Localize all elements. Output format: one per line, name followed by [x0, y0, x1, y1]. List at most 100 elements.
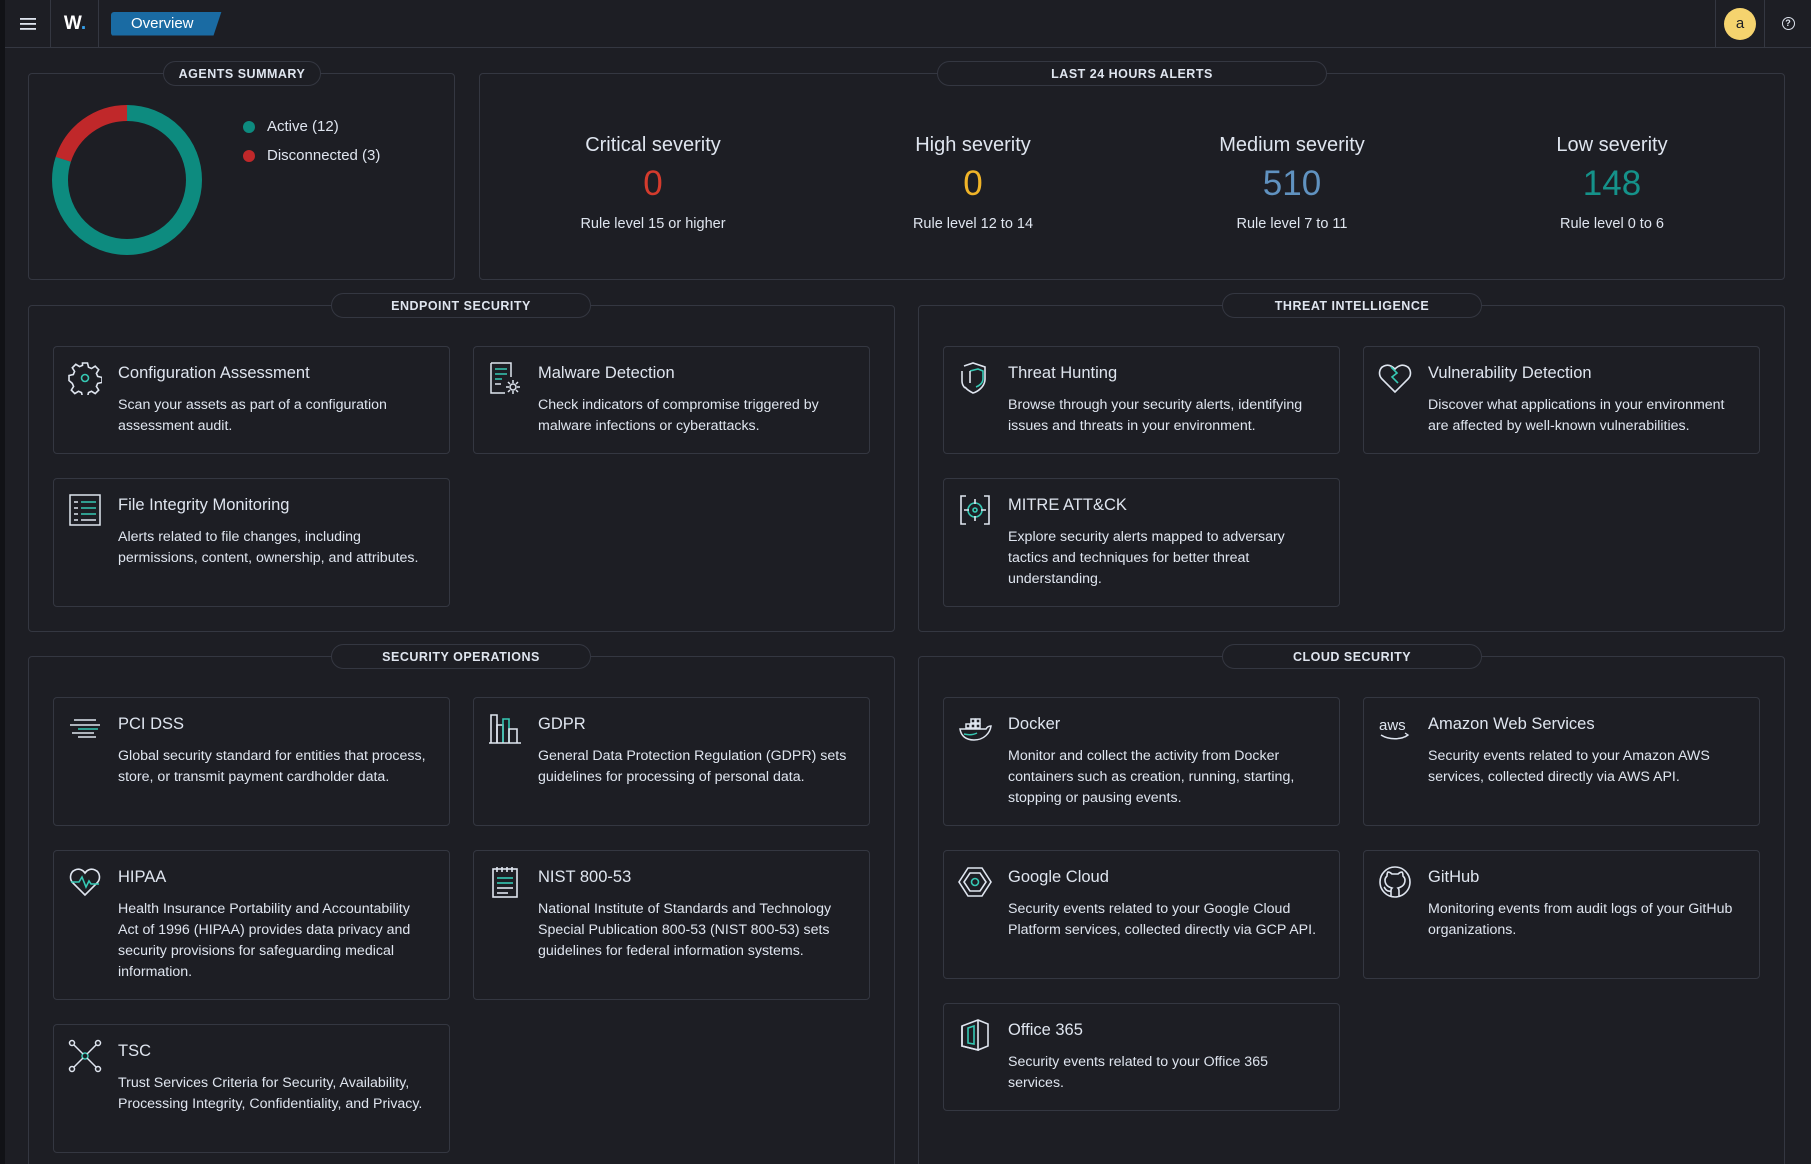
app-logo[interactable]: W.: [51, 0, 99, 48]
card-file-integrity-monitoring[interactable]: File Integrity Monitoring Alerts related…: [53, 478, 450, 607]
card-title: PCI DSS: [118, 715, 185, 733]
help-icon: ?: [1781, 17, 1795, 30]
shield-hunting-icon: [961, 362, 986, 394]
alert-high-title: High severity: [915, 134, 1031, 156]
card-tsc[interactable]: TSC Trust Services Criteria for Security…: [53, 1024, 450, 1153]
card-title: Threat Hunting: [1008, 364, 1118, 382]
card-title: HIPAA: [118, 868, 167, 886]
office365-icon: [961, 1019, 989, 1052]
alert-high[interactable]: High severity 0 Rule level 12 to 14: [823, 134, 1123, 232]
logo-text: W: [63, 12, 82, 34]
card-title: Google Cloud: [1008, 868, 1109, 886]
security-operations-panel: SECURITY OPERATIONS PCI DSS Global secur…: [28, 644, 895, 1164]
disconnected-label: Disconnected (3): [267, 147, 381, 164]
github-icon: [1379, 866, 1411, 898]
legend-disconnected[interactable]: Disconnected (3): [243, 141, 380, 170]
alert-high-value[interactable]: 0: [823, 158, 1123, 210]
left-edge: [0, 0, 5, 1164]
active-dot: [243, 120, 255, 133]
card-title: MITRE ATT&CK: [1008, 496, 1127, 514]
security-operations-title: SECURITY OPERATIONS: [331, 644, 591, 669]
card-title: Amazon Web Services: [1428, 715, 1595, 733]
agents-summary-panel: AGENTS SUMMARY Active (12) Disconnected …: [28, 61, 455, 280]
card-description: Discover what applications in your envir…: [1428, 397, 1725, 434]
hamburger-icon: [19, 17, 36, 30]
alert-medium-title: Medium severity: [1219, 134, 1365, 156]
heart-pulse-icon: [69, 868, 101, 897]
card-office-365[interactable]: Office 365 Security events related to yo…: [943, 1003, 1340, 1111]
help-button[interactable]: ?: [1765, 0, 1811, 48]
active-label: Active (12): [267, 118, 339, 135]
agents-donut-chart[interactable]: [51, 104, 203, 256]
card-title: Malware Detection: [538, 364, 675, 382]
threat-intelligence-panel: THREAT INTELLIGENCE Threat Hunting Brows…: [918, 293, 1785, 632]
broken-heart-icon: [1378, 364, 1412, 394]
alert-low[interactable]: Low severity 148 Rule level 0 to 6: [1462, 134, 1762, 232]
card-hipaa[interactable]: HIPAA Health Insurance Portability and A…: [53, 850, 450, 1000]
menu-button[interactable]: [5, 0, 51, 48]
card-malware-detection[interactable]: Malware Detection Check indicators of co…: [473, 346, 870, 454]
card-configuration-assessment[interactable]: Configuration Assessment Scan your asset…: [53, 346, 450, 454]
pci-lines-icon: [70, 719, 100, 738]
card-description: Check indicators of compromise triggered…: [538, 397, 819, 434]
card-title: GitHub: [1428, 868, 1480, 886]
card-amazon-web-services[interactable]: aws Amazon Web Services Security events …: [1363, 697, 1760, 826]
card-description: Browse through your security alerts, ide…: [1008, 397, 1303, 434]
alert-low-title: Low severity: [1556, 134, 1668, 156]
top-header: W. Overview a ?: [5, 0, 1811, 48]
alert-medium-sub: Rule level 7 to 11: [1236, 216, 1348, 232]
alert-critical-value[interactable]: 0: [503, 158, 803, 210]
card-title: Docker: [1008, 715, 1061, 733]
docker-icon: [959, 718, 992, 741]
card-docker[interactable]: Docker Monitor and collect the activity …: [943, 697, 1340, 826]
breadcrumb-overview[interactable]: Overview: [111, 12, 222, 36]
card-description: Trust Services Criteria for Security, Av…: [118, 1075, 423, 1112]
gdpr-bars-icon: [489, 714, 521, 744]
card-nist-800-53[interactable]: NIST 800-53 National Institute of Standa…: [473, 850, 870, 1000]
alert-high-sub: Rule level 12 to 14: [912, 216, 1034, 232]
card-title: Vulnerability Detection: [1428, 364, 1592, 382]
card-title: Configuration Assessment: [118, 364, 310, 382]
card-description: Scan your assets as part of a configurat…: [118, 397, 387, 434]
card-vulnerability-detection[interactable]: Vulnerability Detection Discover what ap…: [1363, 346, 1760, 454]
card-google-cloud[interactable]: Google Cloud Security events related to …: [943, 850, 1340, 979]
donut-disconnected-segment[interactable]: [51, 104, 203, 256]
alerts-title: LAST 24 HOURS ALERTS: [937, 61, 1327, 86]
endpoint-security-panel: ENDPOINT SECURITY Configuration Assessme…: [28, 293, 895, 632]
legend-active[interactable]: Active (12): [243, 112, 380, 141]
card-description: National Institute of Standards and Tech…: [538, 901, 832, 959]
gear-icon: [68, 362, 102, 395]
card-pci-dss[interactable]: PCI DSS Global security standard for ent…: [53, 697, 450, 826]
cloud-security-panel: CLOUD SECURITY Docker Monitor and collec…: [918, 644, 1785, 1164]
card-github[interactable]: GitHub Monitoring events from audit logs…: [1363, 850, 1760, 979]
card-title: File Integrity Monitoring: [118, 496, 290, 514]
card-description: Explore security alerts mapped to advers…: [1008, 529, 1285, 587]
notepad-icon: [492, 867, 518, 898]
card-description: Alerts related to file changes, includin…: [118, 529, 419, 566]
crosshair-icon: [960, 495, 990, 525]
google-cloud-icon: [958, 867, 992, 897]
card-description: General Data Protection Regulation (GDPR…: [538, 748, 847, 785]
card-description: Global security standard for entities th…: [118, 748, 426, 785]
agents-summary-title: AGENTS SUMMARY: [163, 61, 321, 86]
card-title: NIST 800-53: [538, 868, 632, 886]
alert-critical-sub: Rule level 15 or higher: [580, 216, 726, 232]
alert-critical[interactable]: Critical severity 0 Rule level 15 or hig…: [503, 134, 803, 232]
card-description: Security events related to your Office 3…: [1008, 1054, 1268, 1091]
endpoint-security-title: ENDPOINT SECURITY: [331, 293, 591, 318]
alert-low-value[interactable]: 148: [1462, 158, 1762, 210]
alerts-panel: LAST 24 HOURS ALERTS Critical severity 0…: [479, 61, 1785, 280]
card-description: Security events related to your Amazon A…: [1428, 748, 1710, 785]
file-list-icon: [69, 494, 101, 526]
alert-medium-value[interactable]: 510: [1142, 158, 1442, 210]
alert-medium[interactable]: Medium severity 510 Rule level 7 to 11: [1142, 134, 1442, 232]
user-menu[interactable]: a: [1715, 0, 1765, 48]
avatar[interactable]: a: [1724, 7, 1756, 40]
card-mitre-attack[interactable]: MITRE ATT&CK Explore security alerts map…: [943, 478, 1340, 607]
card-gdpr[interactable]: GDPR General Data Protection Regulation …: [473, 697, 870, 826]
card-title: GDPR: [538, 715, 586, 733]
card-threat-hunting[interactable]: Threat Hunting Browse through your secur…: [943, 346, 1340, 454]
agents-legend: Active (12) Disconnected (3): [243, 112, 380, 170]
aws-logo-icon: aws: [1379, 717, 1410, 740]
card-title: TSC: [118, 1042, 151, 1060]
